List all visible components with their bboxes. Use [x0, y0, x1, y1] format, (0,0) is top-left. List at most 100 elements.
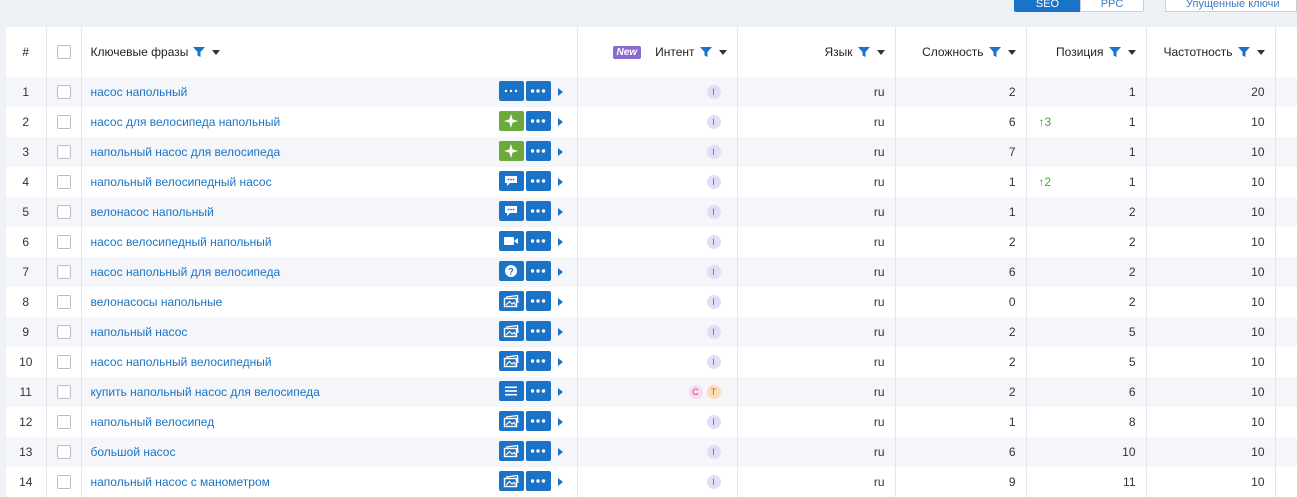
more-icon[interactable] [525, 321, 551, 341]
column-header-frequency[interactable]: Частотность [1146, 27, 1276, 77]
keyword-link[interactable]: большой насос [91, 445, 176, 459]
chevron-right-icon[interactable] [557, 88, 563, 96]
keyword-link[interactable]: напольный насос для велосипеда [91, 145, 281, 159]
chevron-right-icon[interactable] [557, 388, 563, 396]
keyword-link[interactable]: насос напольный для велосипеда [91, 265, 281, 279]
chat-icon[interactable] [498, 201, 524, 221]
keyword-link[interactable]: насос напольный велосипедный [91, 355, 272, 369]
intent-badge[interactable]: I [706, 475, 721, 490]
keyword-link[interactable]: велонасосы напольные [91, 295, 223, 309]
row-checkbox[interactable] [56, 115, 71, 129]
more-icon[interactable] [525, 81, 551, 101]
more-icon[interactable] [525, 351, 551, 371]
more-icon[interactable] [525, 201, 551, 221]
row-checkbox[interactable] [56, 415, 71, 429]
column-header-intent[interactable]: New Интент [577, 27, 738, 77]
missed-keywords-button[interactable]: Упущенные ключи [1165, 0, 1297, 12]
more-icon[interactable] [525, 231, 551, 251]
row-checkbox[interactable] [56, 475, 71, 489]
chevron-right-icon[interactable] [557, 478, 563, 486]
intent-badge[interactable]: I [706, 265, 721, 280]
chevron-right-icon[interactable] [557, 118, 563, 126]
keyword-link[interactable]: напольный велосипедный насос [91, 175, 272, 189]
chevron-down-icon[interactable] [876, 49, 885, 55]
more-icon[interactable] [525, 441, 551, 461]
keyword-link[interactable]: напольный велосипед [91, 415, 215, 429]
keyword-link[interactable]: насос для велосипеда напольный [91, 115, 281, 129]
row-checkbox[interactable] [56, 355, 71, 369]
tab-ppc[interactable]: PPC [1080, 0, 1144, 12]
column-header-language[interactable]: Язык [737, 27, 896, 77]
filter-icon[interactable] [857, 45, 871, 59]
filter-icon[interactable] [988, 45, 1002, 59]
row-checkbox[interactable] [56, 145, 71, 159]
list-icon[interactable] [498, 381, 524, 401]
chevron-right-icon[interactable] [557, 328, 563, 336]
keyword-link[interactable]: насос напольный [91, 85, 188, 99]
filter-icon[interactable] [192, 45, 206, 59]
intent-badge[interactable]: T [706, 385, 721, 400]
chevron-right-icon[interactable] [557, 358, 563, 366]
row-checkbox[interactable] [56, 325, 71, 339]
filter-icon[interactable] [1237, 45, 1251, 59]
chevron-right-icon[interactable] [557, 268, 563, 276]
tab-seo[interactable]: SEO [1014, 0, 1081, 12]
column-header-keyword[interactable]: Ключевые фразы [81, 27, 578, 77]
more-icon[interactable] [525, 141, 551, 161]
intent-badge[interactable]: I [706, 85, 721, 100]
chevron-down-icon[interactable] [718, 49, 727, 55]
column-header-position[interactable]: Позиция [1026, 27, 1147, 77]
chevron-right-icon[interactable] [557, 208, 563, 216]
chevron-right-icon[interactable] [557, 418, 563, 426]
select-all-checkbox[interactable] [56, 45, 71, 59]
more-icon[interactable] [525, 171, 551, 191]
intent-badge[interactable]: I [706, 415, 721, 430]
intent-badge[interactable]: C [688, 385, 703, 400]
chevron-down-icon[interactable] [1256, 49, 1265, 55]
more-icon[interactable] [525, 111, 551, 131]
keyword-link[interactable]: купить напольный насос для велосипеда [91, 385, 320, 399]
row-checkbox[interactable] [56, 205, 71, 219]
images-icon[interactable] [498, 291, 524, 311]
more-icon[interactable] [525, 471, 551, 491]
chevron-right-icon[interactable] [557, 238, 563, 246]
sparkle-icon[interactable] [498, 111, 524, 131]
chevron-down-icon[interactable] [1127, 49, 1136, 55]
keyword-link[interactable]: велонасос напольный [91, 205, 214, 219]
intent-badge[interactable]: I [706, 175, 721, 190]
images-icon[interactable] [498, 321, 524, 341]
more-icon[interactable] [525, 261, 551, 281]
chevron-right-icon[interactable] [557, 448, 563, 456]
images-icon[interactable] [498, 411, 524, 431]
images-icon[interactable] [498, 471, 524, 491]
chevron-right-icon[interactable] [557, 298, 563, 306]
chevron-right-icon[interactable] [557, 178, 563, 186]
intent-badge[interactable]: I [706, 145, 721, 160]
chevron-down-icon[interactable] [212, 49, 221, 55]
dots-icon[interactable] [498, 81, 524, 101]
sparkle-icon[interactable] [498, 141, 524, 161]
intent-badge[interactable]: I [706, 325, 721, 340]
keyword-link[interactable]: напольный насос с манометром [91, 475, 270, 489]
intent-badge[interactable]: I [706, 445, 721, 460]
question-icon[interactable]: ? [498, 261, 524, 281]
row-checkbox[interactable] [56, 445, 71, 459]
video-icon[interactable] [498, 231, 524, 251]
intent-badge[interactable]: I [706, 295, 721, 310]
row-checkbox[interactable] [56, 265, 71, 279]
more-icon[interactable] [525, 381, 551, 401]
row-checkbox[interactable] [56, 175, 71, 189]
column-header-difficulty[interactable]: Сложность [895, 27, 1027, 77]
chat-icon[interactable] [498, 171, 524, 191]
images-icon[interactable] [498, 351, 524, 371]
intent-badge[interactable]: I [706, 205, 721, 220]
row-checkbox[interactable] [56, 385, 71, 399]
images-icon[interactable] [498, 441, 524, 461]
chevron-down-icon[interactable] [1007, 49, 1016, 55]
row-checkbox[interactable] [56, 295, 71, 309]
keyword-link[interactable]: насос велосипедный напольный [91, 235, 272, 249]
intent-badge[interactable]: I [706, 235, 721, 250]
chevron-right-icon[interactable] [557, 148, 563, 156]
filter-icon[interactable] [1108, 45, 1122, 59]
intent-badge[interactable]: I [706, 355, 721, 370]
